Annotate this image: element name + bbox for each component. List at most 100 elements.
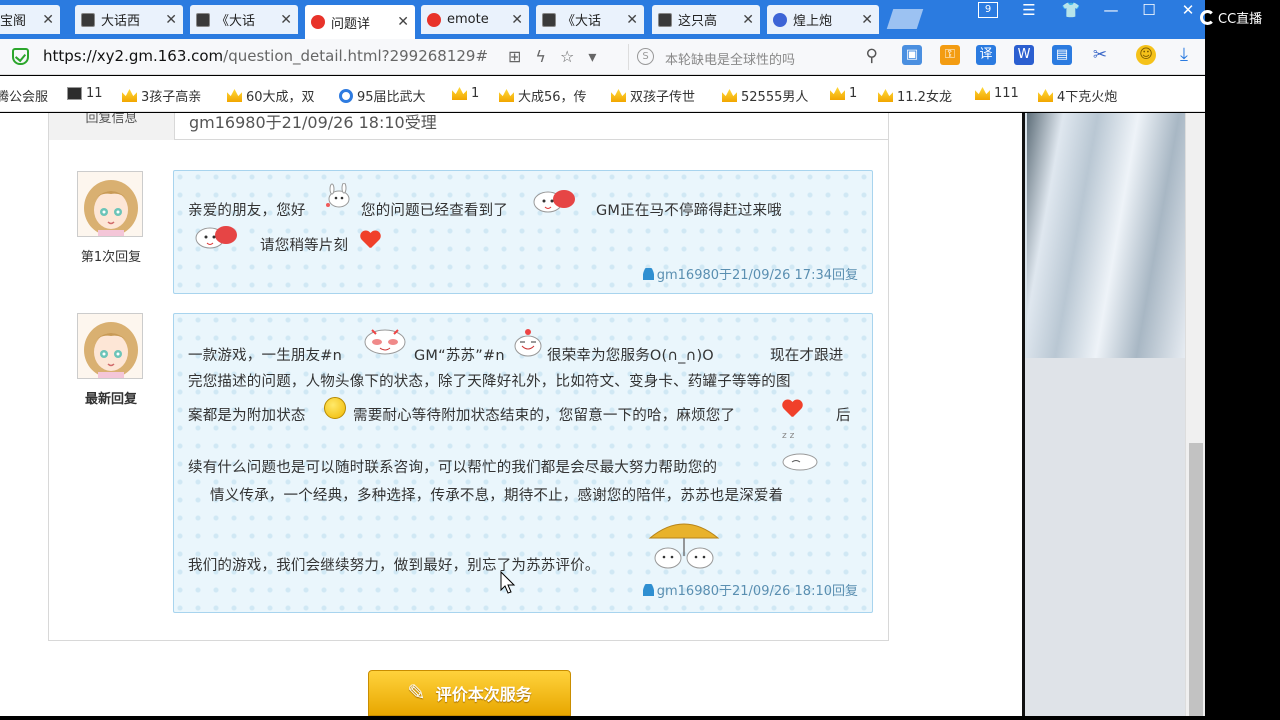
grid-icon[interactable]: ⊞ <box>508 47 521 66</box>
close-window-icon[interactable]: ✕ <box>1175 0 1201 20</box>
bookmark-item[interactable]: 95届比武大 <box>339 86 426 105</box>
reply-header: 回复信息 gm16980于21/09/26 18:10受理 <box>49 113 888 140</box>
game-icon <box>81 12 95 27</box>
word-icon[interactable]: W <box>1014 45 1034 65</box>
tab-label: 《大话 <box>216 14 256 29</box>
reply-line: GM“苏苏”#n <box>414 344 505 365</box>
user-icon <box>642 584 654 596</box>
emoji-icon[interactable]: ☺ <box>1136 45 1156 65</box>
search-input[interactable]: 本轮缺电是全球性的吗 <box>665 49 795 68</box>
reply-text: 情义传承，一个经典，多种选择，传承不息，期待不止，感谢您的陪伴，苏苏也是深爱着 <box>210 488 784 504</box>
tab-label: 大话西 <box>101 14 141 29</box>
tab-count-badge[interactable]: 9 <box>978 2 998 18</box>
star-icon[interactable]: ☆ <box>560 47 574 66</box>
key-icon[interactable]: ⚿ <box>940 45 960 65</box>
reply-text: 续有什么问题也是可以随时联系咨询，可以帮忙的我们都是会尽最大努力帮助您的 <box>188 460 718 476</box>
bookmark-item[interactable]: 1 <box>452 86 479 101</box>
bookmark-item[interactable]: 52555男人 <box>722 86 808 105</box>
lightning-icon[interactable]: ϟ <box>535 47 546 66</box>
bookmark-item[interactable]: 大成56，传 <box>499 86 587 105</box>
tab-strip: 宝阁 ✕ 大话西 ✕ 《大话 ✕ 问题详 ✕ emote ✕ 《大话 ✕ 这只高… <box>0 0 1205 39</box>
reply-bubble: 亲爱的朋友，您好 您的问题已经查看到了 GM正在马不停蹄得赶过来哦 请您稍等片刻… <box>173 170 873 294</box>
tab-2[interactable]: 《大话 ✕ <box>190 5 298 34</box>
skin-icon[interactable]: 👕 <box>1058 0 1084 20</box>
running-bunny-emoticon <box>526 185 580 219</box>
bookmark-label: 大成56，传 <box>518 90 587 105</box>
crown-icon <box>227 89 242 102</box>
close-icon[interactable]: ✕ <box>397 14 409 30</box>
close-icon[interactable]: ✕ <box>511 12 523 28</box>
close-icon[interactable]: ✕ <box>280 12 292 28</box>
tab-0[interactable]: 宝阁 ✕ <box>0 5 60 34</box>
tab-1[interactable]: 大话西 ✕ <box>75 5 183 34</box>
crown-icon <box>122 89 137 102</box>
bookmark-item[interactable]: 11 <box>67 86 103 101</box>
bookmark-item[interactable]: 11.2女龙 <box>878 86 952 105</box>
scrollbar-thumb[interactable] <box>1189 443 1203 716</box>
close-icon[interactable]: ✕ <box>165 12 177 28</box>
bookmark-label: 11 <box>86 86 103 101</box>
vertical-scrollbar[interactable] <box>1185 113 1205 716</box>
close-icon[interactable]: ✕ <box>626 12 638 28</box>
translate-icon[interactable]: 译 <box>976 45 996 65</box>
scissors-icon[interactable]: ✂ <box>1090 45 1110 65</box>
window-icon[interactable]: ▤ <box>1052 45 1072 65</box>
reply-line: 我们的游戏，我们会继续努力，做到最好，别忘了为苏苏评价。 <box>188 554 600 575</box>
game-icon <box>658 12 672 27</box>
url-field[interactable]: https://xy2.gm.163.com/question_detail.h… <box>43 47 488 65</box>
tab-7[interactable]: 煌上炮 ✕ <box>767 5 879 34</box>
reply-line: 续有什么问题也是可以随时联系咨询，可以帮忙的我们都是会尽最大努力帮助您的 <box>188 456 717 477</box>
tab-4[interactable]: emote ✕ <box>421 5 529 34</box>
menu-icon[interactable]: ☰ <box>1016 0 1042 20</box>
new-tab-button[interactable] <box>886 9 924 29</box>
reply-caption: 第1次回复 <box>80 250 142 265</box>
rate-service-button[interactable]: ✎ 评价本次服务 <box>368 670 571 716</box>
reply-line: GM正在马不停蹄得赶过来哦 <box>596 199 782 220</box>
reply-signature: gm16980于21/09/26 17:34回复 <box>642 264 858 283</box>
bookmark-item[interactable]: 111 <box>975 86 1019 101</box>
reply-header-label: 回复信息 <box>49 113 175 140</box>
download-icon[interactable]: ⤓ <box>1174 45 1194 65</box>
crown-icon <box>1038 89 1053 102</box>
heart-emoticon <box>360 231 380 249</box>
close-icon[interactable]: ✕ <box>742 12 754 28</box>
secure-shield-icon[interactable] <box>12 48 29 65</box>
maximize-icon[interactable]: ☐ <box>1136 0 1162 20</box>
smiley-emoticon <box>324 397 346 419</box>
reply-line: 后 <box>836 404 851 425</box>
reply-line: 您的问题已经查看到了 <box>361 199 508 220</box>
reply-header-value: gm16980于21/09/26 18:10受理 <box>189 113 437 132</box>
tab-label: 这只高 <box>678 14 718 29</box>
sleeping-bunny-emoticon: z z <box>778 428 820 476</box>
side-image-panel <box>1025 113 1185 716</box>
minimize-icon[interactable]: — <box>1098 0 1124 20</box>
bunny-face-emoticon <box>360 324 410 360</box>
screenshot-icon[interactable]: ▣ <box>902 45 922 65</box>
bookmark-item[interactable]: 腾公会服 <box>0 86 48 105</box>
tab-6[interactable]: 这只高 ✕ <box>652 5 760 34</box>
crown-icon <box>722 89 737 102</box>
bookmark-item[interactable]: 4下克火炮 <box>1038 86 1117 105</box>
reply-line: 很荣幸为您服务O(∩_∩)O <box>547 344 714 365</box>
stream-overlay-panel <box>1205 39 1280 720</box>
page-content: 回复信息 gm16980于21/09/26 18:10受理 第1次回复 亲爱的朋… <box>0 113 1025 716</box>
tab-5[interactable]: 《大话 ✕ <box>536 5 644 34</box>
reply-text: 请您稍等片刻 <box>260 238 349 254</box>
crown-icon <box>830 87 845 100</box>
url-host: https://xy2.gm.163.com <box>43 47 224 65</box>
bookmark-item[interactable]: 1 <box>830 86 857 101</box>
close-icon[interactable]: ✕ <box>42 12 54 28</box>
figure-image <box>1027 113 1185 358</box>
close-icon[interactable]: ✕ <box>861 12 873 28</box>
search-box[interactable]: S 本轮缺电是全球性的吗 ⚲ <box>628 44 884 70</box>
bookmark-item[interactable]: 双孩子传世 <box>611 86 695 105</box>
bookmark-item[interactable]: 3孩子高亲 <box>122 86 201 105</box>
tab-3-active[interactable]: 问题详 ✕ <box>305 5 415 39</box>
url-path: /question_detail.html?299268129# <box>223 47 489 65</box>
crown-icon <box>878 89 893 102</box>
netease-icon <box>427 12 441 27</box>
search-icon[interactable]: ⚲ <box>866 46 878 66</box>
tab-label: 《大话 <box>562 14 602 29</box>
chevron-down-icon[interactable]: ▾ <box>588 47 596 66</box>
bookmark-item[interactable]: 60大成，双 <box>227 86 315 105</box>
